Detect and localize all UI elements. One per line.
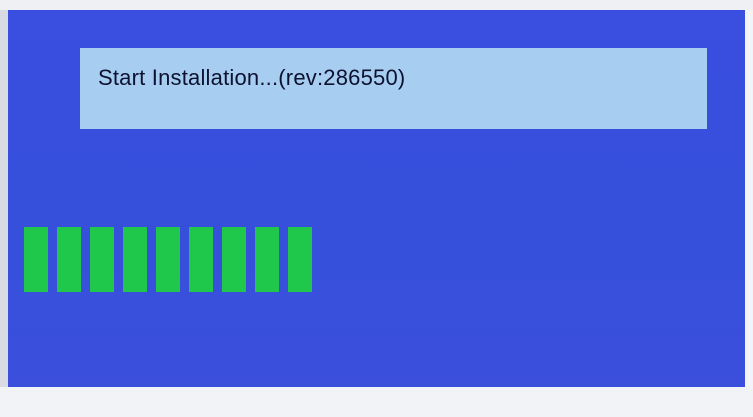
progress-block	[24, 227, 48, 292]
progress-block	[288, 227, 312, 292]
progress-block	[255, 227, 279, 292]
progress-block	[57, 227, 81, 292]
progress-block	[189, 227, 213, 292]
left-frame-edge	[0, 10, 8, 387]
installation-progress-bar	[24, 227, 312, 292]
progress-block	[123, 227, 147, 292]
installer-screen: Start Installation...(rev:286550)	[8, 10, 745, 387]
progress-block	[90, 227, 114, 292]
top-frame-edge	[0, 0, 753, 10]
bottom-frame-edge	[0, 387, 753, 417]
right-frame-edge	[745, 10, 753, 387]
progress-block	[156, 227, 180, 292]
status-message-box: Start Installation...(rev:286550)	[80, 48, 707, 129]
progress-block	[222, 227, 246, 292]
status-message: Start Installation...(rev:286550)	[98, 64, 406, 90]
